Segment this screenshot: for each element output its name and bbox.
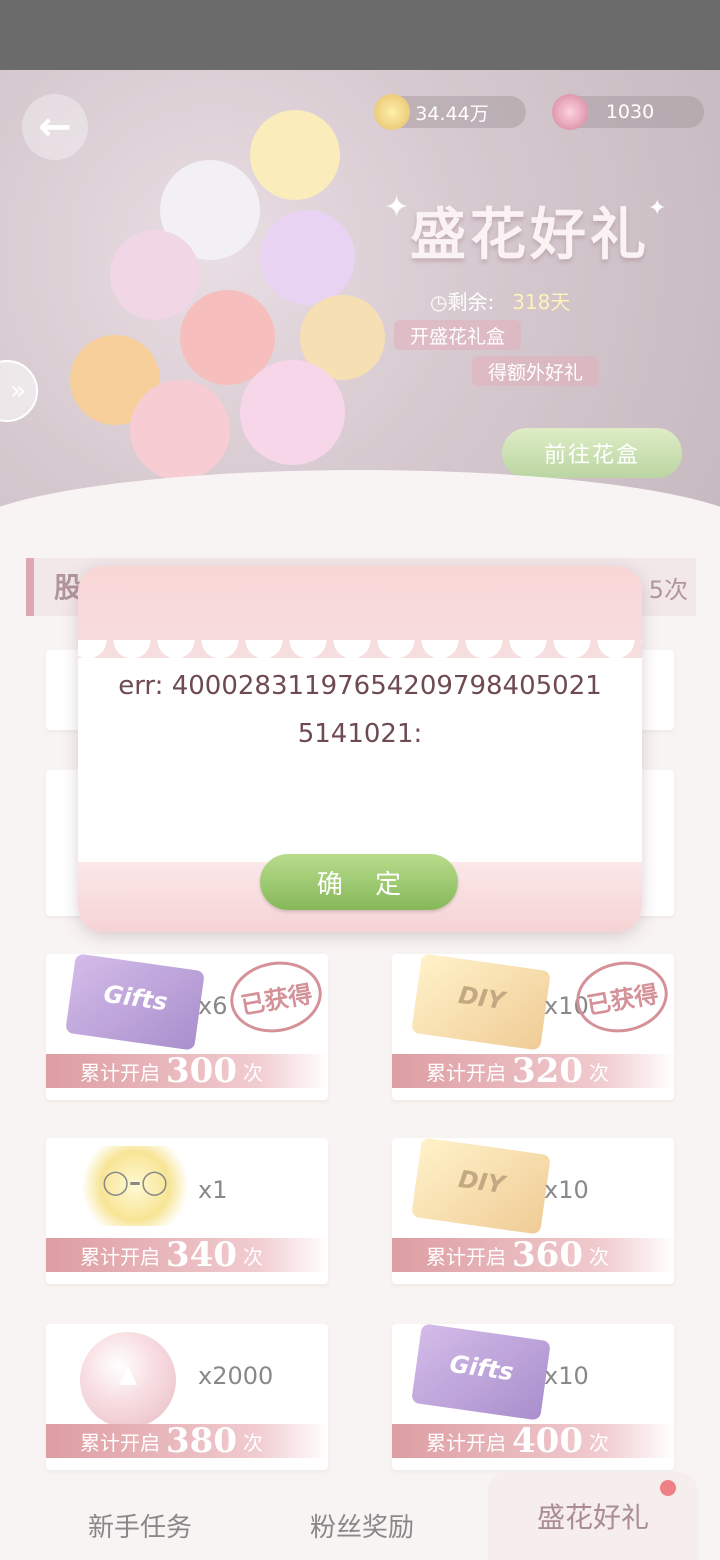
confirm-button[interactable]: 确 定	[260, 854, 458, 910]
error-message: err: 40002831197654209798405021 5141021:	[118, 671, 602, 749]
error-dialog: err: 40002831197654209798405021 5141021:…	[78, 566, 642, 932]
dialog-top-decoration	[78, 566, 642, 674]
